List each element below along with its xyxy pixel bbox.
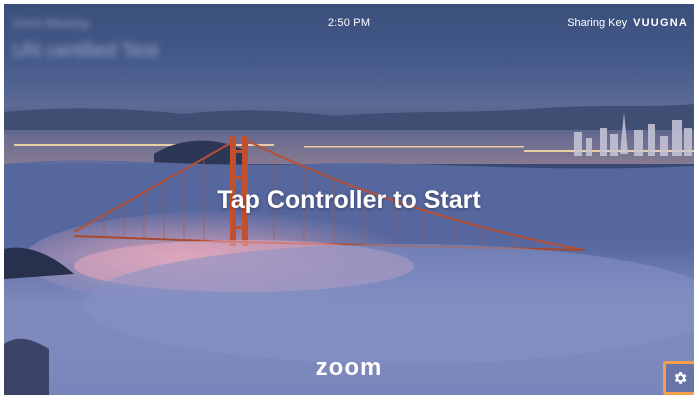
sharing-key-label: Sharing Key: [567, 17, 628, 29]
room-name-line2: UN certified Test: [12, 40, 159, 62]
sharing-key: Sharing Key VUUGNA: [567, 17, 688, 29]
tap-controller-prompt: Tap Controller to Start: [217, 186, 481, 214]
settings-button[interactable]: [663, 361, 694, 395]
zoom-rooms-home-screen[interactable]: Zoom Meeting UN certified Test 2:50 PM S…: [4, 4, 694, 395]
zoom-logo: zoom: [315, 354, 383, 381]
gear-icon: [674, 372, 687, 384]
sharing-key-value: VUUGNA: [633, 17, 688, 29]
